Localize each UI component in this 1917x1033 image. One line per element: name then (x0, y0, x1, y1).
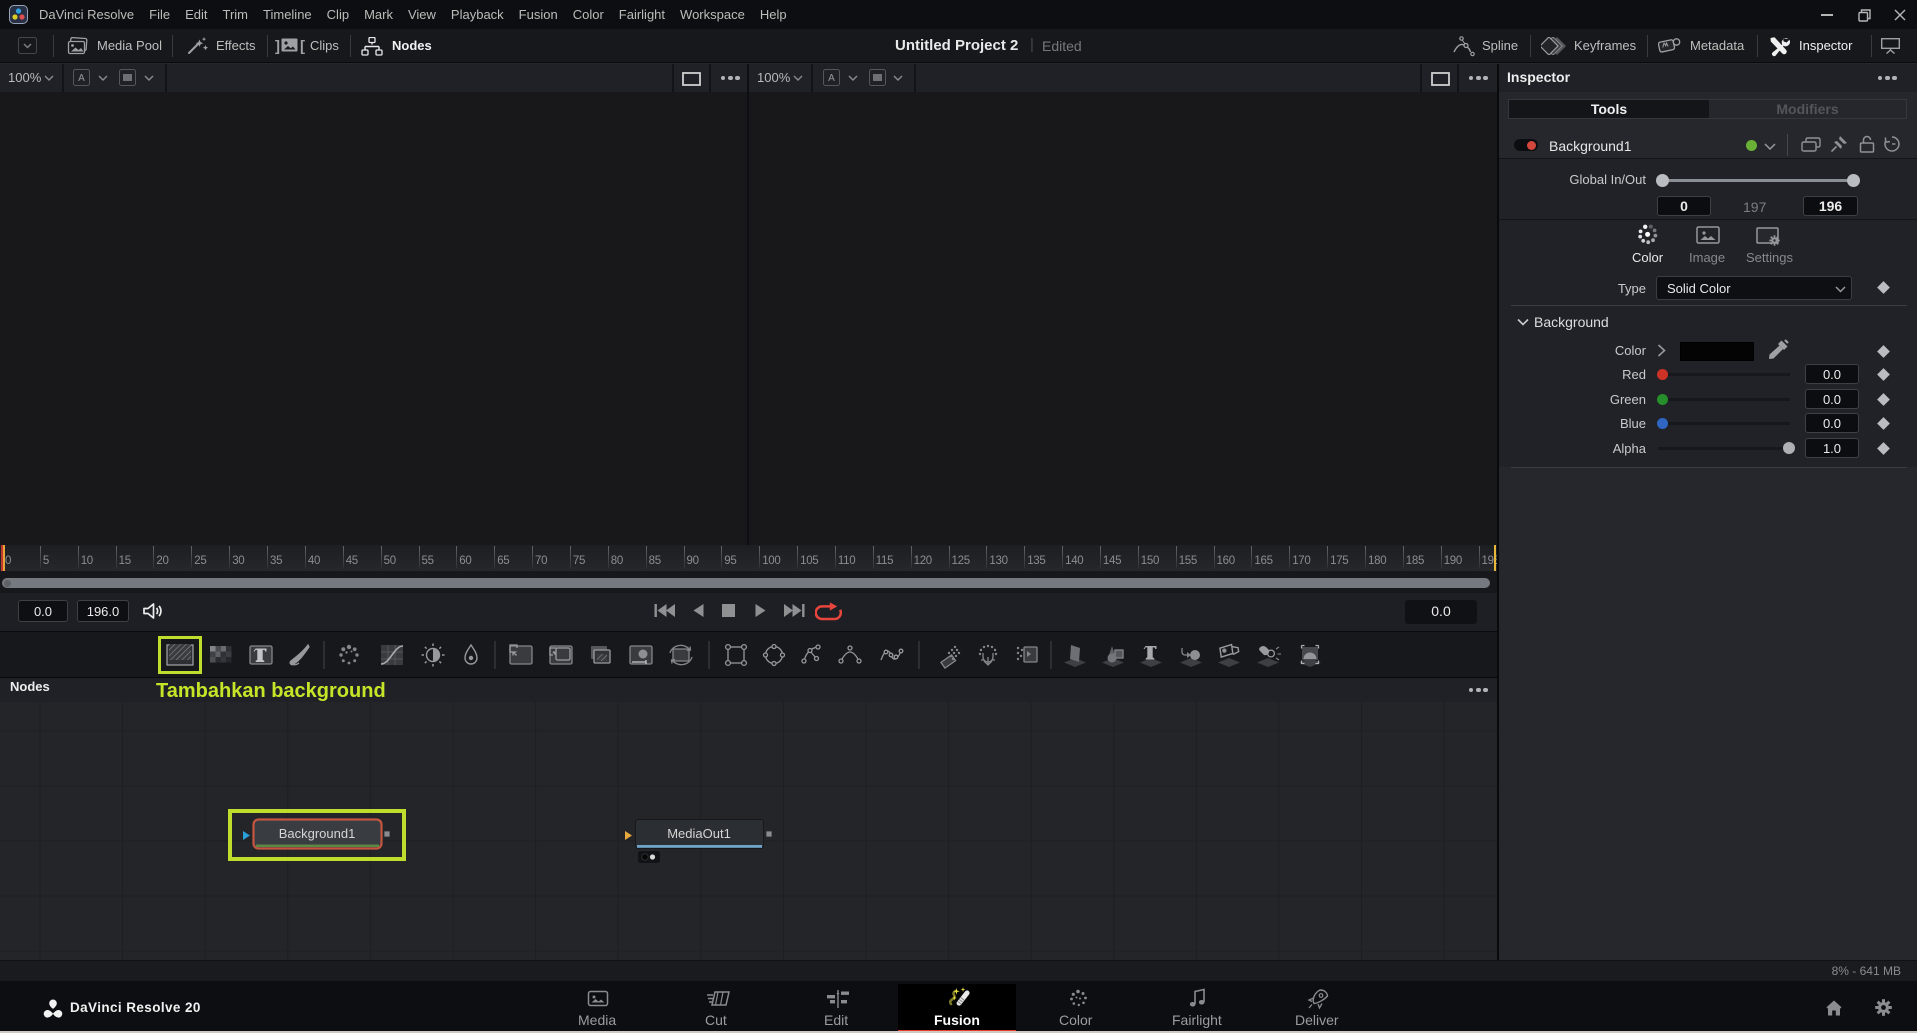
svg-text:A: A (78, 73, 85, 84)
svg-text:MediaOut1: MediaOut1 (667, 826, 731, 841)
svg-text:Background1: Background1 (279, 826, 356, 841)
svg-text:A: A (828, 73, 835, 84)
